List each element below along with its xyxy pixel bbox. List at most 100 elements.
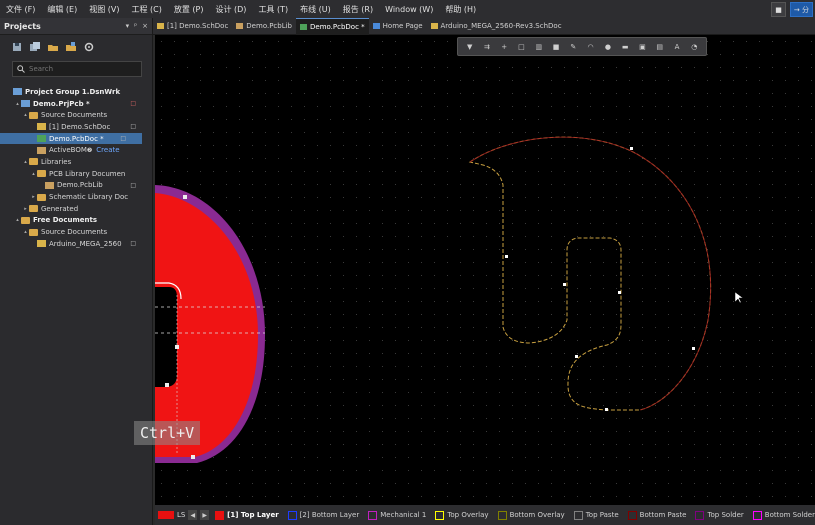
tree-item[interactable]: ▴ Demo.PrjPcb * □ bbox=[0, 98, 152, 110]
menu-item-5[interactable]: 设计 (D) bbox=[209, 4, 252, 15]
expand-arrow-icon[interactable]: ▸ bbox=[30, 194, 37, 200]
layer-tab[interactable]: Top Overlay bbox=[432, 510, 491, 520]
tree-item[interactable]: Demo.PcbDoc * □ bbox=[0, 132, 142, 145]
menu-item-8[interactable]: 报告 (R) bbox=[337, 4, 379, 15]
layer-label: Bottom Paste bbox=[639, 511, 687, 519]
document-icon bbox=[45, 181, 54, 189]
search-box[interactable] bbox=[12, 61, 142, 77]
tree-item-label: PCB Library Documen bbox=[49, 169, 126, 178]
search-input[interactable] bbox=[29, 65, 129, 73]
outline-marker-5 bbox=[692, 347, 695, 350]
panel-menu-icon[interactable]: ▾ bbox=[126, 22, 130, 30]
gear-icon[interactable] bbox=[84, 42, 94, 52]
layer-scroll-right-icon[interactable]: ▶ bbox=[200, 510, 210, 520]
layer-tab[interactable]: Bottom Overlay bbox=[495, 510, 568, 520]
layer-tab[interactable]: Bottom Paste bbox=[625, 510, 690, 520]
cross-icon[interactable]: + bbox=[499, 43, 509, 51]
rect-select-icon[interactable]: □ bbox=[516, 43, 526, 51]
expand-arrow-icon[interactable]: ▴ bbox=[22, 112, 29, 118]
close-icon[interactable]: × bbox=[142, 22, 148, 30]
layer-tab[interactable]: Top Paste bbox=[571, 510, 622, 520]
layer-color-swatch bbox=[497, 510, 507, 520]
layer-scroll-left-icon[interactable]: ◀ bbox=[188, 510, 198, 520]
create-bom-link[interactable]: Create bbox=[96, 146, 119, 154]
region-icon[interactable]: ▣ bbox=[637, 43, 647, 51]
search-icon bbox=[17, 65, 25, 73]
tree-item[interactable]: Project Group 1.DsnWrk bbox=[0, 86, 152, 98]
document-type-icon bbox=[372, 23, 380, 29]
expand-arrow-icon[interactable]: ▴ bbox=[22, 229, 29, 235]
menu-item-7[interactable]: 布线 (U) bbox=[294, 4, 337, 15]
menu-item-10[interactable]: 帮助 (H) bbox=[439, 4, 482, 15]
save-all-icon[interactable] bbox=[30, 42, 40, 52]
layer-tab[interactable]: [2] Bottom Layer bbox=[285, 510, 363, 520]
text-frame-icon[interactable]: ▬ bbox=[620, 43, 630, 51]
document-tab[interactable]: Demo.PcbDoc * bbox=[296, 17, 369, 35]
document-tab[interactable]: [1] Demo.SchDoc bbox=[153, 18, 232, 34]
menu-item-4[interactable]: 放置 (P) bbox=[168, 4, 210, 15]
expand-arrow-icon[interactable]: ▴ bbox=[22, 159, 29, 165]
layer-tab[interactable]: Mechanical 1 bbox=[365, 510, 429, 520]
tree-item[interactable]: ▸ Schematic Library Doc bbox=[0, 191, 152, 203]
active-bar-toolbar: ▼ ⇉ + □ ▥ ■ ✎ ◠ ● ▬ ▣ ▤ A ◔ bbox=[457, 37, 707, 56]
layer-label: Top Paste bbox=[585, 511, 619, 519]
layer-tab[interactable]: [1] Top Layer bbox=[212, 510, 282, 520]
tree-item[interactable]: ▴ Libraries bbox=[0, 156, 152, 168]
layer-tab[interactable]: Top Solder bbox=[692, 510, 746, 520]
text-icon[interactable]: A bbox=[672, 43, 682, 51]
tree-item[interactable]: ▴ Source Documents bbox=[0, 109, 152, 121]
document-icon bbox=[13, 88, 22, 96]
expand-arrow-icon[interactable]: ▸ bbox=[22, 206, 29, 212]
expand-arrow-icon[interactable]: ▴ bbox=[14, 101, 21, 107]
menu-item-6[interactable]: 工具 (T) bbox=[252, 4, 294, 15]
save-icon[interactable] bbox=[12, 42, 22, 52]
tree-item[interactable]: ActiveBOM ❷ Create bbox=[0, 144, 152, 156]
menu-item-2[interactable]: 视图 (V) bbox=[83, 4, 125, 15]
pin-icon[interactable]: ᵖ bbox=[134, 22, 137, 30]
layer-set-indicator[interactable]: LS bbox=[158, 511, 185, 519]
tree-item[interactable]: Arduino_MEGA_2560 □ bbox=[0, 238, 152, 250]
document-icon bbox=[37, 146, 46, 154]
layer-tab[interactable]: Bottom Solder bbox=[750, 510, 815, 520]
tree-item[interactable]: [1] Demo.SchDoc □ bbox=[0, 121, 152, 133]
open-folder-icon[interactable] bbox=[48, 42, 58, 52]
menu-item-0[interactable]: 文件 (F) bbox=[0, 4, 41, 15]
menu-item-1[interactable]: 编辑 (E) bbox=[41, 4, 83, 15]
component-icon[interactable]: ▥ bbox=[534, 43, 544, 51]
document-tab[interactable]: Arduino_MEGA_2560-Rev3.SchDoc bbox=[427, 18, 566, 34]
tree-item[interactable]: ▸ Generated bbox=[0, 203, 152, 215]
line-icon[interactable]: ✎ bbox=[568, 43, 578, 51]
layer-color-swatch bbox=[287, 510, 297, 520]
tree-item[interactable]: ▴ PCB Library Documen bbox=[0, 168, 152, 180]
tree-item[interactable]: ▴ Source Documents bbox=[0, 226, 152, 238]
menu-item-3[interactable]: 工程 (C) bbox=[126, 4, 168, 15]
tree-item-label: Free Documents bbox=[33, 216, 98, 225]
layer-color-swatch bbox=[435, 510, 445, 520]
via-icon[interactable]: ● bbox=[603, 43, 613, 51]
keepout-icon[interactable]: ◔ bbox=[689, 43, 699, 51]
arc-icon[interactable]: ◠ bbox=[586, 43, 596, 51]
panel-toolbar bbox=[0, 35, 152, 59]
tree-item-label: Generated bbox=[41, 204, 79, 213]
filter-icon[interactable]: ▼ bbox=[465, 43, 475, 51]
document-tab[interactable]: Home Page bbox=[369, 18, 427, 34]
tree-item-label: Demo.PcbLib bbox=[57, 181, 103, 190]
dimension-icon[interactable]: ▤ bbox=[655, 43, 665, 51]
layer-label: Mechanical 1 bbox=[380, 511, 427, 519]
layer-label: Top Solder bbox=[707, 511, 744, 519]
menu-item-9[interactable]: Window (W) bbox=[379, 5, 439, 14]
pcb-canvas[interactable] bbox=[155, 35, 815, 505]
outline-marker-1 bbox=[630, 147, 633, 150]
document-tab[interactable]: Demo.PcbLib bbox=[232, 18, 296, 34]
expand-arrow-icon[interactable]: ▴ bbox=[14, 217, 21, 223]
fill-icon[interactable]: ■ bbox=[551, 43, 561, 51]
tree-item[interactable]: Demo.PcbLib □ bbox=[0, 180, 152, 192]
document-status-icon: □ bbox=[130, 240, 136, 248]
expand-arrow-icon[interactable]: ▴ bbox=[30, 171, 37, 177]
tree-item[interactable]: ▴ Free Documents bbox=[0, 215, 152, 227]
share-button[interactable]: → 分 bbox=[789, 2, 813, 17]
project-options-icon[interactable] bbox=[66, 42, 76, 52]
layer-color-swatch bbox=[627, 510, 637, 520]
notifications-button[interactable]: ■ bbox=[771, 2, 786, 17]
route-icon[interactable]: ⇉ bbox=[482, 43, 492, 51]
